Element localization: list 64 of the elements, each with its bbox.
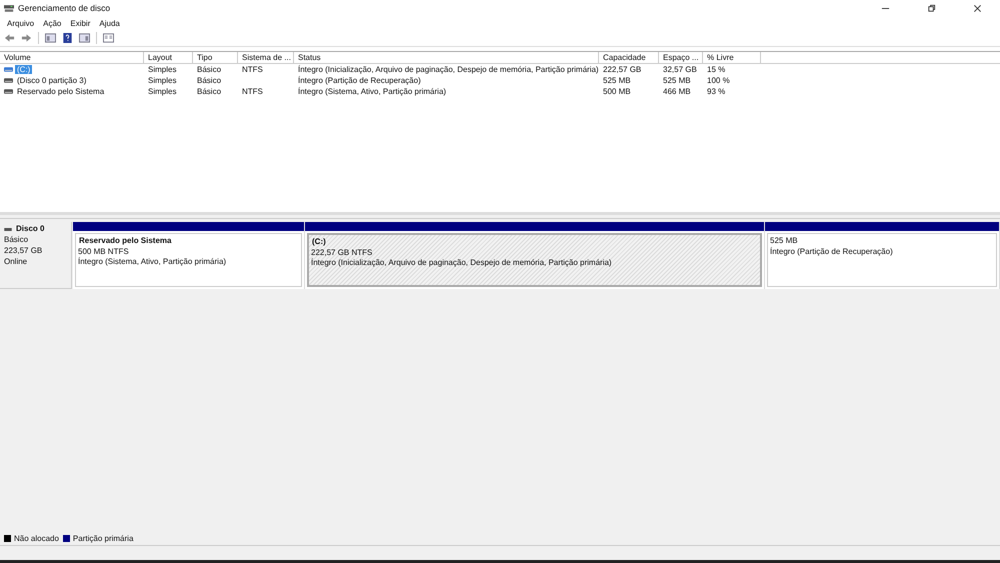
disk-size: 223,57 GB (4, 246, 44, 256)
table-cell: 32,57 GB (663, 65, 697, 74)
partition-block[interactable]: (C:) 222,57 GB NTFS Íntegro (Inicialização, Arquivo de paginação, Despejo de memória, Partição primária) (307, 233, 762, 287)
drive-label[interactable]: Reservado pelo Sistema (15, 87, 106, 96)
table-cell: NTFS (242, 87, 263, 96)
table-cell: 93 % (707, 87, 726, 96)
drive-icon (4, 78, 13, 83)
menu-item[interactable]: Exibir (70, 18, 90, 28)
maximize-button[interactable] (927, 4, 936, 12)
table-cell: Simples (148, 65, 176, 74)
disk-name: Disco 0 (16, 224, 44, 234)
column-header[interactable]: Status (294, 52, 599, 63)
list-view-icon[interactable] (103, 33, 114, 43)
column-header[interactable]: Espaço ... (659, 52, 703, 63)
column-header[interactable]: Tipo (193, 52, 238, 63)
column-header[interactable]: Capacidade (599, 52, 659, 63)
table-cell: NTFS (242, 65, 263, 74)
drive-icon (4, 67, 13, 72)
partition-size: 222,57 GB NTFS (311, 248, 374, 258)
disk-type: Básico (4, 235, 30, 245)
partition-status: Íntegro (Inicialização, Arquivo de paginação, Despejo de memória, Partição primária) (311, 258, 613, 268)
column-header[interactable]: Sistema de ... (238, 52, 294, 63)
partition-size: 525 MB (770, 236, 799, 246)
table-cell: Básico (197, 87, 222, 96)
close-button[interactable] (973, 4, 982, 12)
partition-name: (C:) (311, 237, 327, 248)
table-cell: 466 MB (663, 87, 691, 96)
table-cell: Básico (197, 76, 222, 85)
table-cell: Íntegro (Inicialização, Arquivo de paginação, Despejo de memória, Partição primária) (298, 65, 599, 74)
help-icon[interactable] (62, 33, 73, 43)
forward-icon[interactable] (21, 33, 32, 43)
disk-status: Online (4, 257, 28, 267)
drive-label[interactable]: (Disco 0 partição 3) (15, 76, 88, 85)
table-cell: Básico (197, 65, 222, 74)
partition-status: Íntegro (Partição de Recuperação) (770, 246, 894, 257)
drive-icon (4, 89, 13, 94)
legend-label: Não alocado (14, 534, 59, 543)
menu-item[interactable]: Ação (43, 18, 62, 28)
partition-size: 500 MB NTFS (78, 246, 130, 257)
disk-management-icon (4, 4, 14, 12)
column-header[interactable]: Volume (0, 52, 144, 63)
partition-block[interactable]: Reservado pelo Sistema 500 MB NTFS Íntegro (Sistema, Ativo, Partição primária) (75, 233, 302, 287)
table-cell: Íntegro (Sistema, Ativo, Partição primária) (298, 87, 446, 96)
table-cell: 100 % (707, 76, 730, 85)
menu-item[interactable]: Ajuda (99, 18, 120, 28)
back-icon[interactable] (4, 33, 15, 43)
partition-block[interactable]: 525 MB Íntegro (Partição de Recuperação) (767, 233, 997, 287)
menu-item[interactable]: Arquivo (7, 18, 34, 28)
panel-icon[interactable] (45, 33, 56, 43)
table-cell: 525 MB (663, 76, 691, 85)
partition-name: Reservado pelo Sistema (78, 236, 172, 246)
table-cell: 500 MB (603, 87, 631, 96)
window-title: Gerenciamento de disco (18, 3, 110, 13)
column-header[interactable]: Layout (144, 52, 193, 63)
panel-icon[interactable] (79, 33, 90, 43)
table-cell: 15 % (707, 65, 726, 74)
table-cell: 525 MB (603, 76, 631, 85)
table-cell: Simples (148, 76, 176, 85)
column-header[interactable]: % Livre (703, 52, 761, 63)
partition-status: Íntegro (Sistema, Ativo, Partição primária) (78, 257, 228, 268)
table-cell: Íntegro (Partição de Recuperação) (298, 76, 421, 85)
table-cell: 222,57 GB (603, 65, 642, 74)
legend-label: Partição primária (72, 534, 134, 543)
table-cell: Simples (148, 87, 176, 96)
